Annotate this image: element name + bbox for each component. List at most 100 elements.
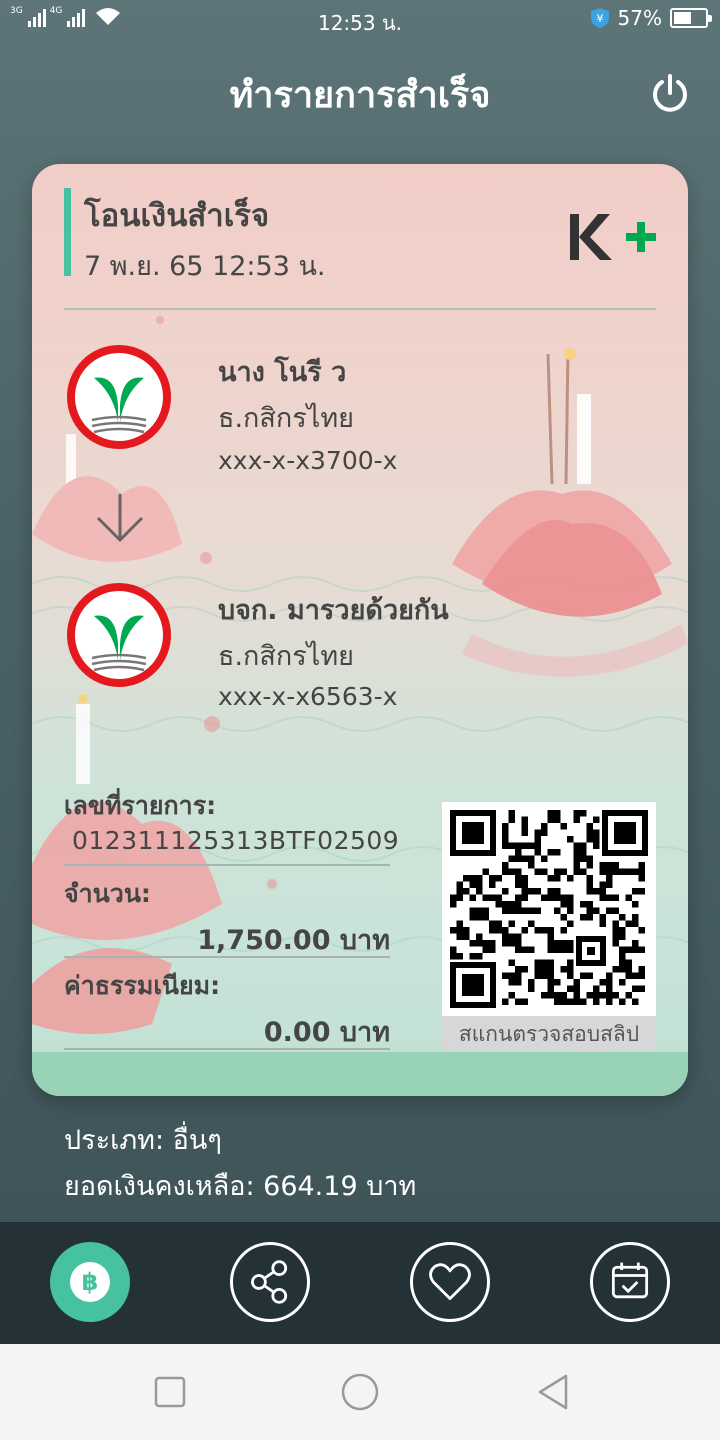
transfer-button[interactable]: ฿ (50, 1242, 130, 1322)
qr-module (560, 966, 567, 973)
qr-module (515, 940, 522, 947)
qr-module (476, 907, 483, 914)
qr-module (495, 901, 502, 908)
qr-module (482, 940, 489, 947)
qr-module (638, 946, 645, 953)
qr-module (606, 894, 613, 901)
qr-module (554, 998, 561, 1005)
qr-module (573, 849, 580, 856)
qr-module (541, 927, 548, 934)
qr-module (573, 810, 580, 817)
accent-bar (64, 188, 71, 276)
qr-module (521, 842, 528, 849)
receiver-bank: ธ.กสิกรไทย (218, 641, 354, 672)
qr-module (593, 985, 600, 992)
shield-icon: ¥ (590, 8, 609, 28)
qr-module (619, 933, 626, 940)
svg-text:¥: ¥ (596, 12, 603, 25)
qr-module (541, 823, 548, 830)
qr-module (528, 888, 535, 895)
qr-code[interactable] (442, 802, 656, 1016)
qr-module (612, 940, 619, 947)
qr-module (586, 901, 593, 908)
qr-module (554, 810, 561, 817)
qr-module (619, 998, 626, 1005)
qr-module (515, 946, 522, 953)
qr-module (469, 914, 476, 921)
qr-module (593, 907, 600, 914)
power-icon[interactable] (648, 72, 692, 116)
qr-module (599, 920, 606, 927)
qr-module (534, 966, 541, 973)
qr-module (463, 875, 470, 882)
header-divider (64, 308, 656, 310)
qr-module (508, 810, 515, 817)
qr-module (476, 933, 483, 940)
schedule-button[interactable] (590, 1242, 670, 1322)
divider (64, 956, 390, 958)
receiver-account: xxx-x-x6563-x (218, 682, 398, 711)
qr-module (534, 888, 541, 895)
qr-module (560, 927, 567, 934)
qr-module (606, 862, 613, 869)
qr-module (619, 953, 626, 960)
qr-module (560, 992, 567, 999)
qr-module (580, 914, 587, 921)
qr-module (450, 953, 457, 960)
qr-module (573, 868, 580, 875)
qr-module (495, 894, 502, 901)
qr-module (638, 927, 645, 934)
qr-module (554, 940, 561, 947)
qr-module (521, 855, 528, 862)
qr-module (463, 933, 470, 940)
qr-module (534, 907, 541, 914)
transaction-type: ประเภท: อื่นๆ (64, 1125, 222, 1156)
qr-module (534, 829, 541, 836)
qr-module (508, 855, 515, 862)
qr-module (502, 901, 509, 908)
qr-module (632, 868, 639, 875)
qr-module (482, 894, 489, 901)
qr-module (528, 946, 535, 953)
qr-module (534, 849, 541, 856)
home-icon[interactable] (340, 1372, 380, 1412)
status-bar: 3G 4G 12:53 น. ¥ 57% (0, 0, 720, 38)
back-icon[interactable] (534, 1372, 574, 1412)
qr-module (619, 966, 626, 973)
qr-module (476, 940, 483, 947)
qr-module (638, 966, 645, 973)
slip-title: โอนเงินสำเร็จ (84, 198, 270, 234)
amount-value: 1,750.00 บาท (197, 925, 390, 956)
favorite-button[interactable] (410, 1242, 490, 1322)
qr-module (502, 836, 509, 843)
qr-module (502, 888, 509, 895)
qr-module (586, 875, 593, 882)
card-footer-band (32, 1052, 688, 1096)
qr-module (450, 901, 457, 908)
qr-module (586, 823, 593, 830)
recent-apps-icon[interactable] (150, 1372, 190, 1412)
qr-module (476, 914, 483, 921)
qr-module (547, 979, 554, 986)
qr-module (573, 842, 580, 849)
kasikorn-logo-icon-2 (67, 583, 171, 687)
qr-module (632, 998, 639, 1005)
qr-module (580, 849, 587, 856)
qr-module (534, 927, 541, 934)
qr-module (619, 979, 626, 986)
qr-module (606, 985, 613, 992)
qr-module (619, 959, 626, 966)
qr-module (567, 920, 574, 927)
sender-account: xxx-x-x3700-x (218, 446, 398, 475)
qr-module (554, 907, 561, 914)
qr-module (625, 946, 632, 953)
qr-module (528, 920, 535, 927)
svg-text:฿: ฿ (82, 1268, 99, 1296)
share-button[interactable] (230, 1242, 310, 1322)
qr-module (547, 940, 554, 947)
share-icon (251, 1260, 288, 1304)
qr-module (625, 959, 632, 966)
qr-module (521, 927, 528, 934)
qr-module (547, 972, 554, 979)
qr-module (502, 940, 509, 947)
